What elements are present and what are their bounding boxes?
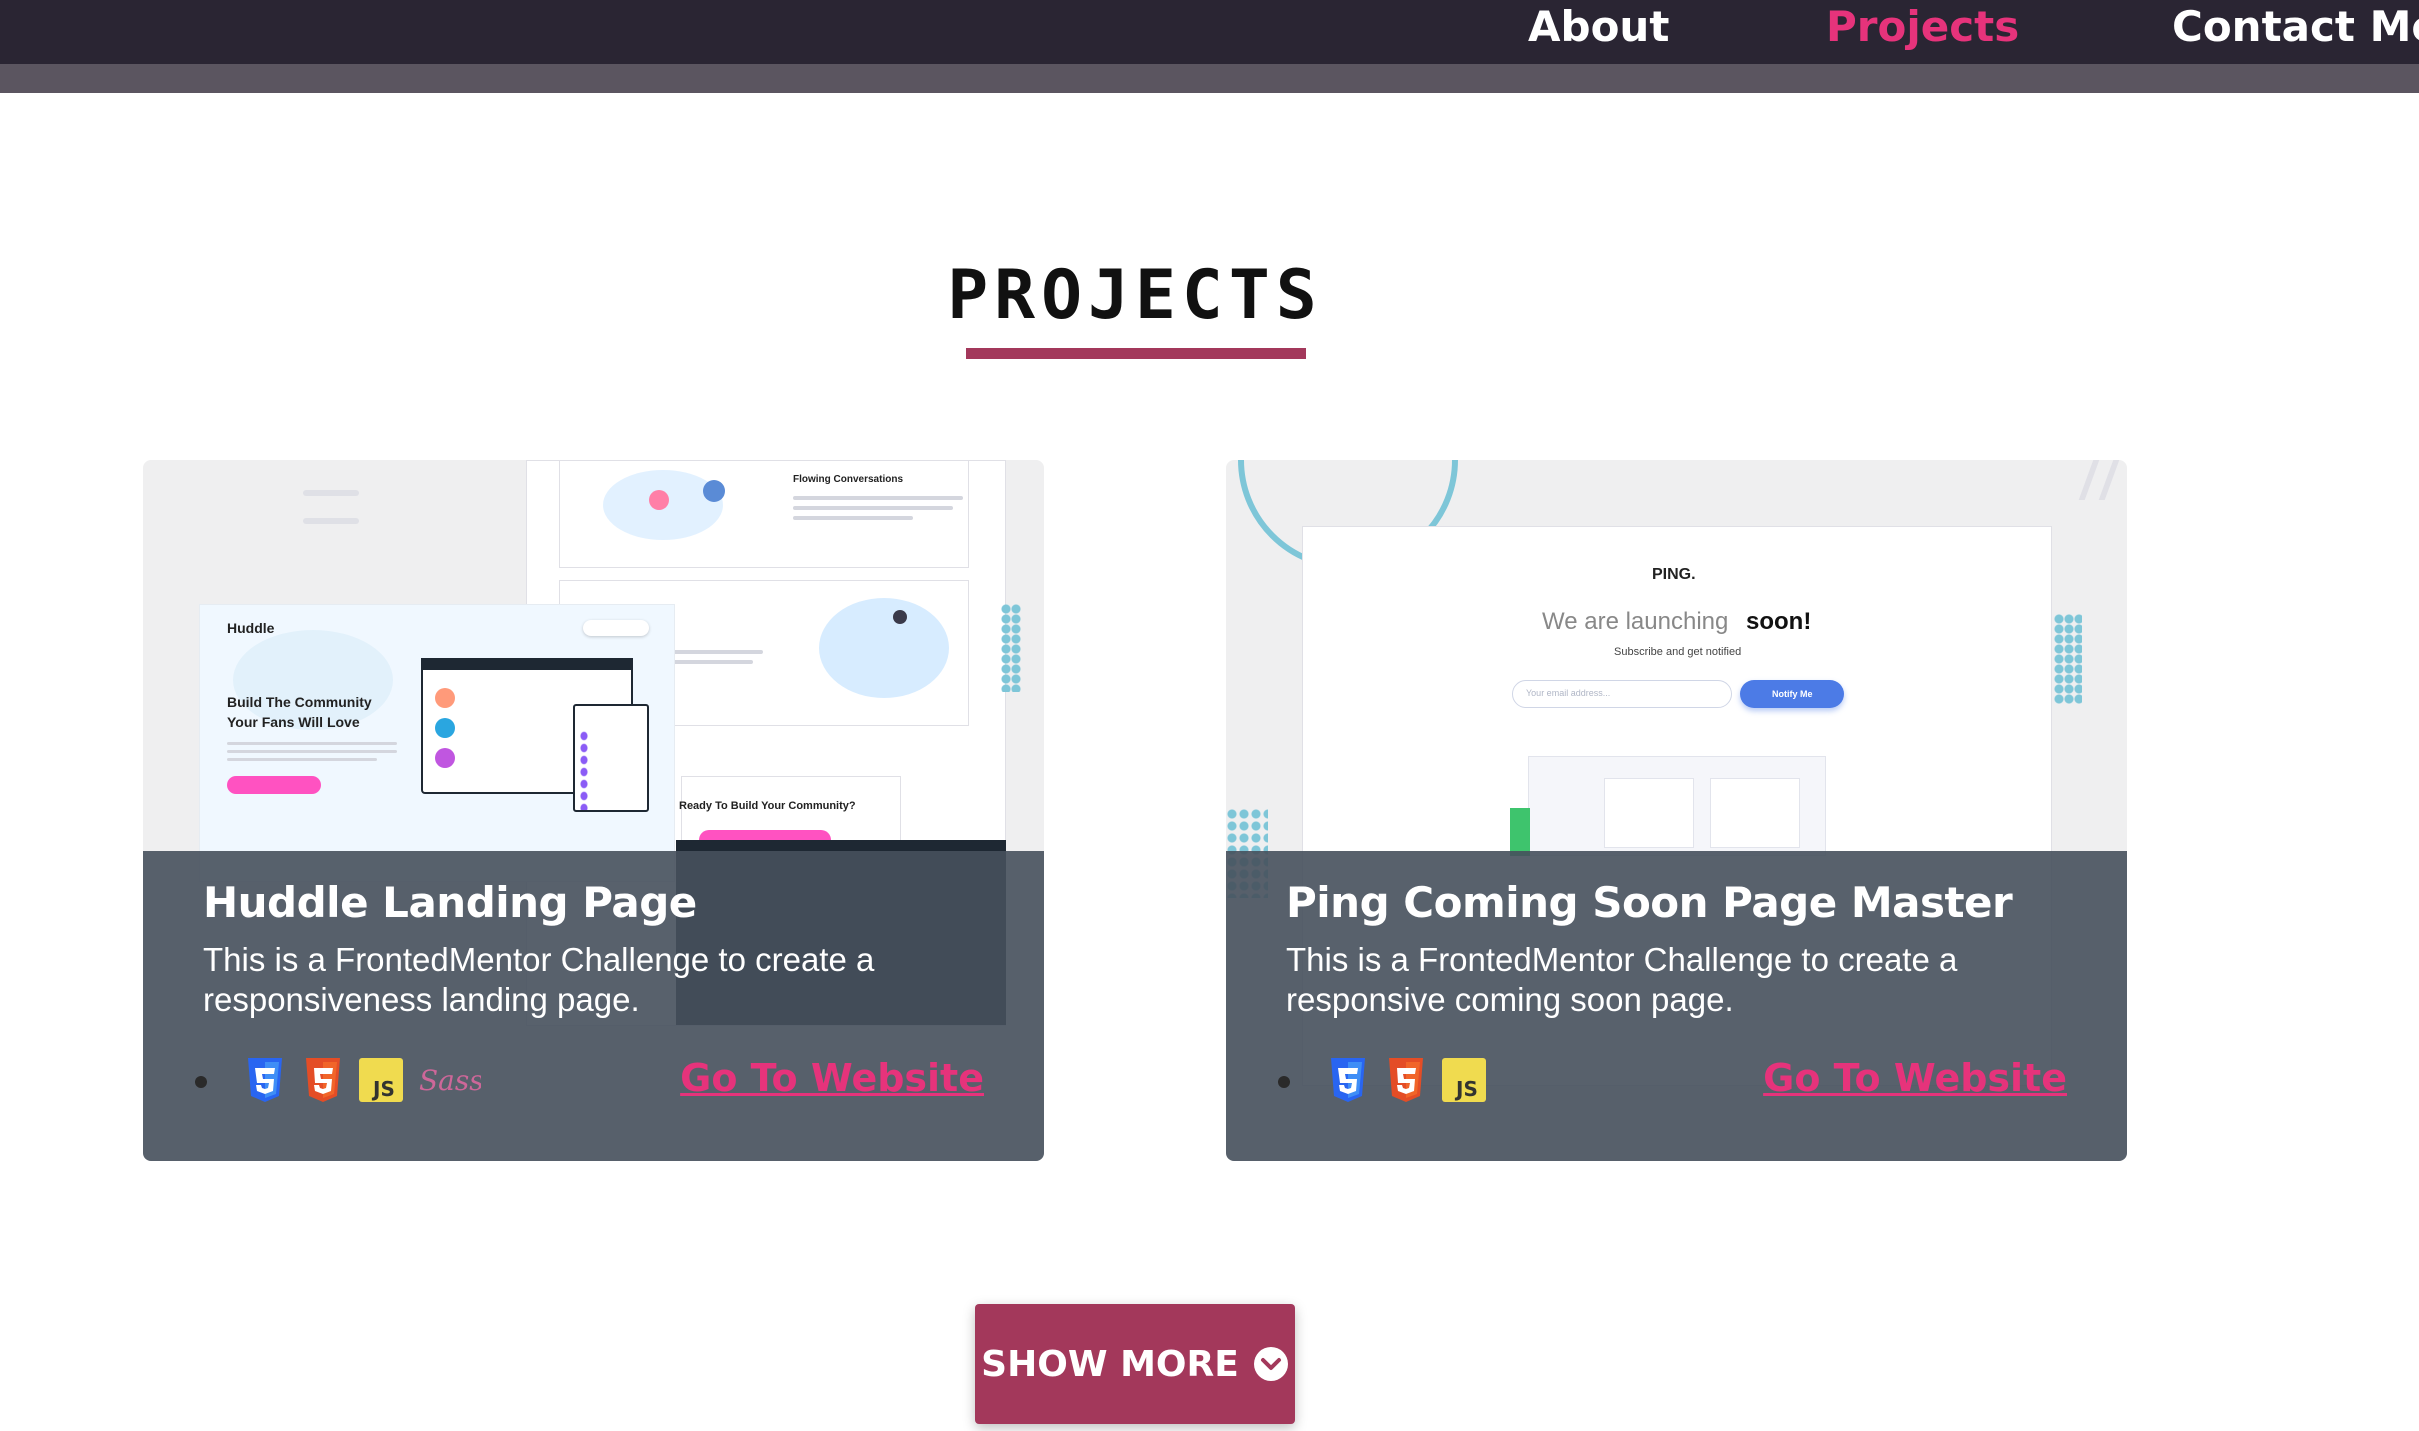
chevron-down-circle-icon [1253,1346,1289,1382]
svg-text:JS: JS [1454,1077,1478,1101]
preview-subtitle: Subscribe and get notified [1614,646,1742,658]
preview-brand: PING. [1652,566,1696,583]
show-more-label: SHOW MORE [981,1343,1239,1385]
nav-underbar [0,64,2419,93]
preview-section-2: Ready To Build Your Community? [679,800,856,812]
preview-input: Your email address... [1526,688,1611,698]
css3-icon [1326,1058,1370,1102]
decorative-dot [195,1076,207,1088]
show-more-button[interactable]: SHOW MORE [975,1304,1295,1424]
sass-icon: Sass [417,1058,481,1102]
svg-text:JS: JS [371,1077,395,1101]
css3-icon [243,1058,287,1102]
tech-stack: JS [1326,1050,1486,1110]
preview-brand: Huddle [227,620,275,636]
preview-headline-bold: soon! [1746,608,1812,635]
project-description: This is a FrontedMentor Challenge to cre… [203,941,875,1018]
javascript-icon: JS [359,1058,403,1102]
preview-headline-light: We are launching [1542,608,1729,635]
javascript-icon: JS [1442,1058,1486,1102]
go-to-website-link[interactable]: Go To Website [680,1056,984,1100]
svg-text:Sass: Sass [419,1064,481,1097]
title-underline [966,348,1306,359]
preview-section-1: Flowing Conversations [793,474,904,485]
top-navbar: About Projects Contact Me [0,0,2419,64]
html5-icon [301,1058,345,1102]
project-card-huddle: Flowing Conversations Ready To Build You… [143,460,1044,1161]
section-title: PROJECTS [947,256,1323,335]
tech-stack: JS Sass [243,1050,481,1110]
nav-link-about[interactable]: About [1528,0,1669,54]
decorative-dot [1278,1076,1290,1088]
project-card-ping: PING. We are launching soon! Subscribe a… [1226,460,2127,1161]
nav-link-contact[interactable]: Contact Me [2172,0,2419,54]
preview-cta: Notify Me [1772,689,1813,699]
go-to-website-link[interactable]: Go To Website [1763,1056,2067,1100]
project-title: Huddle Landing Page [203,878,697,927]
project-description: This is a FrontedMentor Challenge to cre… [1286,941,1958,1018]
preview-headline: Build The Community Your Fans Will Love [227,694,372,730]
nav-link-projects[interactable]: Projects [1826,0,2019,54]
html5-icon [1384,1058,1428,1102]
project-title: Ping Coming Soon Page Master [1286,878,2013,927]
